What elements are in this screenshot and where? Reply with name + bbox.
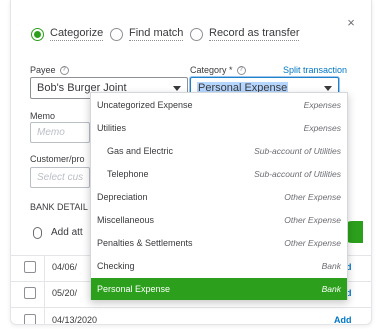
memo-label: Memo (30, 111, 56, 121)
option-name: Uncategorized Expense (97, 100, 193, 110)
customer-select[interactable]: Select cus (30, 167, 90, 188)
row-date: 04/06/ (52, 262, 78, 272)
option-type: Other Expense (284, 238, 341, 248)
option-name: Checking (97, 261, 135, 271)
info-icon[interactable]: ? (59, 65, 69, 75)
radio-find-match[interactable]: Find match (110, 27, 184, 41)
category-option[interactable]: Uncategorized Expense Expenses (91, 94, 347, 116)
category-option[interactable]: Telephone Sub-account of Utilities (91, 163, 347, 185)
radio-unselected-icon (190, 27, 203, 41)
category-label-group: Category * ? (190, 65, 246, 75)
info-icon[interactable]: ? (236, 65, 246, 75)
transaction-detail-panel: × Categorize Find match Record as transf… (10, 0, 372, 325)
row-date: 05/20/ (52, 288, 78, 298)
radio-categorize[interactable]: Categorize (31, 27, 104, 41)
bank-detail-label: BANK DETAIL (30, 202, 88, 212)
category-option[interactable]: Miscellaneous Other Expense (91, 209, 347, 231)
paperclip-icon (33, 227, 42, 239)
option-name: Depreciation (97, 192, 148, 202)
category-option[interactable]: Depreciation Other Expense (91, 186, 347, 208)
radio-find-match-label: Find match (129, 27, 184, 41)
option-name: Miscellaneous (97, 215, 155, 225)
split-transaction-link[interactable]: Split transaction (283, 65, 347, 75)
option-type: Bank (321, 261, 341, 271)
option-type: Expenses (303, 100, 341, 110)
option-type: Expenses (303, 123, 341, 133)
customer-label: Customer/pro (30, 154, 85, 164)
radio-selected-icon (31, 27, 44, 41)
option-name: Gas and Electric (107, 146, 174, 156)
add-attachment-link[interactable]: Add att (51, 227, 83, 238)
category-option[interactable]: Penalties & Settlements Other Expense (91, 232, 347, 254)
option-type: Sub-account of Utilities (254, 146, 341, 156)
payee-label: Payee (30, 65, 56, 75)
table-row[interactable]: 04/13/2020 Add (11, 307, 371, 325)
chevron-down-icon (324, 86, 332, 91)
option-name: Utilities (97, 123, 127, 133)
radio-categorize-label: Categorize (50, 27, 104, 41)
option-name: Personal Expense (97, 284, 171, 294)
option-name: Penalties & Settlements (97, 238, 193, 248)
option-type: Other Expense (284, 192, 341, 202)
row-checkbox[interactable] (24, 261, 36, 273)
memo-input[interactable]: Memo (30, 122, 90, 143)
option-type: Bank (321, 284, 341, 294)
option-type: Other Expense (284, 215, 341, 225)
radio-record-transfer-label: Record as transfer (209, 27, 300, 41)
row-add-link[interactable]: Add (334, 315, 352, 324)
option-name: Telephone (107, 169, 149, 179)
row-date: 04/13/2020 (52, 315, 98, 325)
category-option-selected[interactable]: Personal Expense Bank (91, 278, 347, 300)
row-checkbox[interactable] (24, 314, 36, 324)
row-checkbox[interactable] (24, 287, 36, 299)
category-option[interactable]: Checking Bank (91, 255, 347, 277)
category-option[interactable]: Utilities Expenses (91, 117, 347, 139)
option-type: Sub-account of Utilities (254, 169, 341, 179)
close-icon[interactable]: × (344, 16, 358, 30)
category-label: Category * (190, 65, 233, 75)
payee-label-group: Payee ? (30, 65, 69, 75)
chevron-down-icon (173, 86, 181, 91)
radio-unselected-icon (110, 27, 123, 41)
category-dropdown[interactable]: Uncategorized Expense Expenses Utilities… (90, 92, 348, 300)
category-option[interactable]: Gas and Electric Sub-account of Utilitie… (91, 140, 347, 162)
column-divider (44, 255, 45, 324)
radio-record-transfer[interactable]: Record as transfer (190, 27, 300, 41)
